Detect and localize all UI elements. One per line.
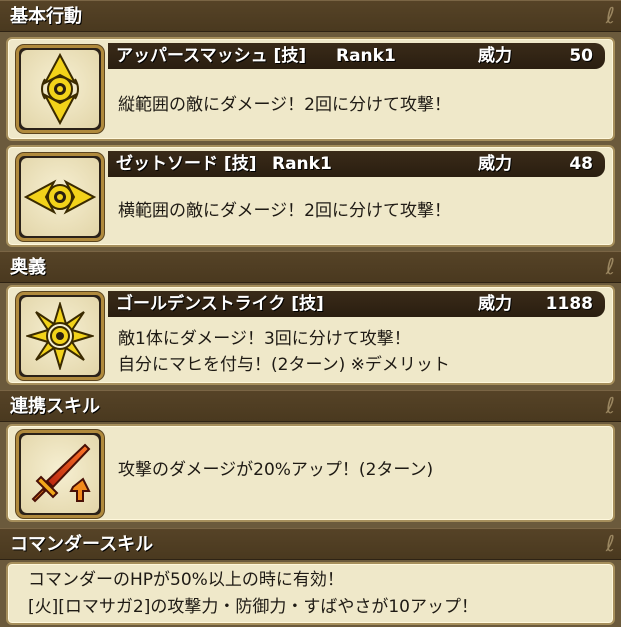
vertical-range-icon (41, 53, 79, 125)
skill-icon-frame (16, 430, 104, 518)
swirl-ornament-icon: ℓ (605, 4, 615, 29)
skill-description-line-2: 自分にマヒを付与！(2ターン) ※デメリット (118, 355, 450, 375)
commander-skill-card[interactable]: コマンダーのHPが50%以上の時に有効！ [火][ロマサガ2]の攻撃力・防御力・… (6, 562, 615, 625)
skill-icon-frame (16, 292, 104, 380)
power-label: 威力 (478, 154, 512, 174)
skill-description: 縦範囲の敵にダメージ！2回に分けて攻撃！ (118, 95, 451, 115)
power-value: 50 (569, 46, 593, 66)
skill-icon-frame (16, 153, 104, 241)
skill-title-bar: アッパースマッシュ [技] Rank1 威力 50 (108, 43, 605, 69)
link-skill-card[interactable]: 攻撃のダメージが20%アップ！(2ターン) (6, 424, 615, 522)
skill-name: アッパースマッシュ [技] (116, 46, 307, 66)
horizontal-range-icon (24, 179, 96, 215)
swirl-ornament-icon: ℓ (605, 255, 615, 280)
skill-rank: Rank1 (272, 154, 332, 174)
skill-title-bar: ゴールデンストライク [技] 威力 1188 (108, 291, 605, 317)
section-title: コマンダースキル (10, 534, 154, 555)
swirl-ornament-icon: ℓ (605, 394, 615, 419)
skill-name: ゴールデンストライク [技] (116, 294, 324, 314)
power-value: 1188 (545, 294, 593, 314)
link-skill-description: 攻撃のダメージが20%アップ！(2ターン) (118, 460, 434, 480)
skill-rank: Rank1 (336, 46, 396, 66)
section-header-basic: 基本行動 ℓ (0, 0, 621, 32)
power-label: 威力 (478, 294, 512, 314)
skill-name: ゼットソード [技] (116, 154, 257, 174)
skill-title-bar: ゼットソード [技] Rank1 威力 48 (108, 151, 605, 177)
single-target-burst-icon (26, 302, 94, 370)
skill-description-line-1: 敵1体にダメージ！3回に分けて攻撃！ (118, 329, 411, 349)
flame-sword-attack-up-icon (31, 443, 91, 503)
swirl-ornament-icon: ℓ (605, 532, 615, 557)
section-title: 奥義 (10, 257, 46, 278)
power-label: 威力 (478, 46, 512, 66)
skill-description: 横範囲の敵にダメージ！2回に分けて攻撃！ (118, 201, 451, 221)
skill-icon-frame (16, 45, 104, 133)
commander-skill-line-2: [火][ロマサガ2]の攻撃力・防御力・すばやさが10アップ！ (28, 597, 478, 617)
skill-card-golden-strike[interactable]: ゴールデンストライク [技] 威力 1188 敵1体にダメージ！3回に分けて攻撃… (6, 285, 615, 385)
skill-card-zet-sword[interactable]: ゼットソード [技] Rank1 威力 48 横範囲の敵にダメージ！2回に分けて… (6, 145, 615, 247)
section-title: 基本行動 (10, 6, 82, 27)
section-header-commander-skill: コマンダースキル ℓ (0, 528, 621, 560)
power-value: 48 (569, 154, 593, 174)
section-title: 連携スキル (10, 396, 100, 417)
section-header-secret: 奥義 ℓ (0, 251, 621, 283)
skill-card-upper-smash[interactable]: アッパースマッシュ [技] Rank1 威力 50 縦範囲の敵にダメージ！2回に… (6, 37, 615, 141)
commander-skill-line-1: コマンダーのHPが50%以上の時に有効！ (28, 570, 344, 590)
section-header-link-skill: 連携スキル ℓ (0, 390, 621, 422)
